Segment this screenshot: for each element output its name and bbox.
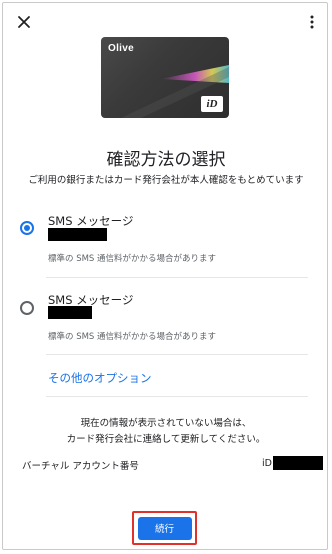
notice-line-2: カード発行会社に連絡して更新してください。 <box>66 434 266 445</box>
divider <box>46 396 308 397</box>
verification-option-1[interactable]: SMS メッセージ 標準の SMS 通信料がかかる場合があります <box>14 210 314 270</box>
close-button[interactable] <box>14 12 34 32</box>
option-label: SMS メッセージ <box>48 214 134 228</box>
id-logo: iD <box>201 96 223 112</box>
divider <box>46 354 308 355</box>
more-vert-icon <box>310 15 314 29</box>
other-options-link[interactable]: その他のオプション <box>48 370 152 386</box>
page-title: 確認方法の選択 <box>106 150 226 170</box>
option-note: 標準の SMS 通信料がかかる場合があります <box>48 332 217 342</box>
redacted-account-number <box>272 456 323 470</box>
redacted-phone <box>48 228 107 241</box>
account-number-value: iD <box>262 455 323 471</box>
radio-unselected-icon[interactable] <box>20 301 34 315</box>
radio-selected-icon[interactable] <box>20 221 34 235</box>
verification-option-2[interactable]: SMS メッセージ 標準の SMS 通信料がかかる場合があります <box>14 290 314 350</box>
id-logo-text: iD <box>206 98 218 110</box>
divider <box>46 277 308 278</box>
notice-line-1: 現在の情報が表示されていない場合は、 <box>80 418 252 429</box>
redacted-phone <box>48 306 92 319</box>
option-note: 標準の SMS 通信料がかかる場合があります <box>48 254 217 264</box>
account-prefix: iD <box>262 457 272 469</box>
more-options-button[interactable] <box>306 12 318 32</box>
continue-button[interactable]: 続行 <box>137 516 192 540</box>
account-number-label: バーチャル アカウント番号 <box>22 461 139 472</box>
notice-text: 現在の情報が表示されていない場合は、 カード発行会社に連絡して更新してください。 <box>0 416 332 448</box>
card-image: Olive iD <box>101 37 229 118</box>
page-subtitle: ご利用の銀行またはカード発行会社が本人確認をもとめています <box>28 175 304 186</box>
continue-highlight: 続行 <box>132 511 197 545</box>
close-icon <box>18 16 30 28</box>
